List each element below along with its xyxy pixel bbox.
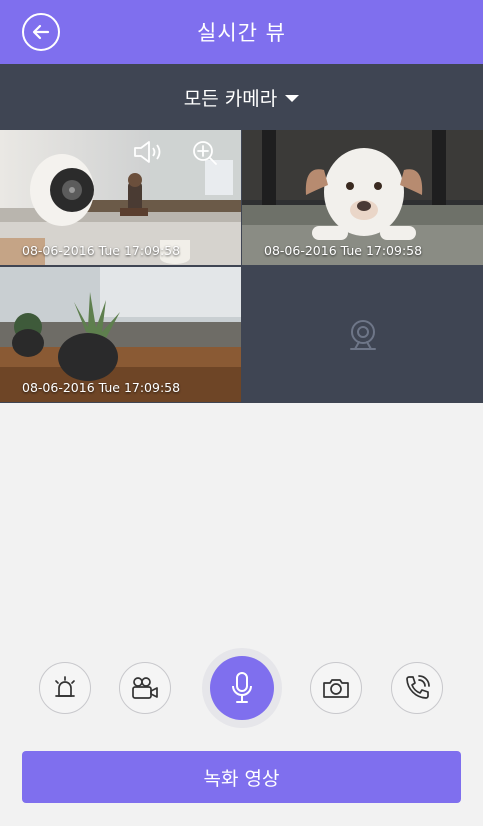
- feed-timestamp: 08-06-2016 Tue 17:09:58: [22, 243, 181, 258]
- webcam-icon: [349, 319, 376, 350]
- microphone-button[interactable]: [210, 656, 274, 720]
- microphone-icon: [232, 672, 252, 703]
- camera-feed-2[interactable]: 08-06-2016 Tue 17:09:58: [242, 130, 483, 265]
- zoom-in-icon[interactable]: [192, 140, 218, 170]
- camera-feed-3[interactable]: 08-06-2016 Tue 17:09:58: [0, 267, 241, 402]
- feed-timestamp: 08-06-2016 Tue 17:09:58: [22, 380, 181, 395]
- phone-call-icon: [406, 675, 430, 699]
- camera-feed-1[interactable]: 08-06-2016 Tue 17:09:58: [0, 130, 241, 265]
- video-camera-icon: [132, 677, 158, 699]
- camera-feed-empty[interactable]: [242, 267, 483, 402]
- recorded-video-button[interactable]: 녹화 영상: [22, 751, 461, 803]
- camera-grid: 08-06-2016 Tue 17:09:58 08-06-2016 Tue 1…: [0, 130, 483, 403]
- record-video-button[interactable]: [119, 662, 171, 714]
- mic-button-ring: [202, 648, 282, 728]
- back-button[interactable]: [22, 13, 60, 51]
- snapshot-button[interactable]: [310, 662, 362, 714]
- feed-timestamp: 08-06-2016 Tue 17:09:58: [264, 243, 423, 258]
- camera-selector-label: 모든 카메라: [183, 87, 278, 110]
- page-title: 실시간 뷰: [197, 21, 286, 45]
- call-button[interactable]: [391, 662, 443, 714]
- caret-down-icon: [285, 94, 300, 102]
- siren-button[interactable]: [39, 662, 91, 714]
- camera-selector[interactable]: 모든 카메라: [0, 64, 483, 130]
- arrow-left-icon: [32, 24, 50, 40]
- control-bar: [0, 648, 483, 728]
- camera-icon: [323, 679, 349, 698]
- siren-icon: [55, 676, 75, 697]
- app-header: 실시간 뷰: [0, 0, 483, 64]
- speaker-icon[interactable]: [132, 140, 164, 168]
